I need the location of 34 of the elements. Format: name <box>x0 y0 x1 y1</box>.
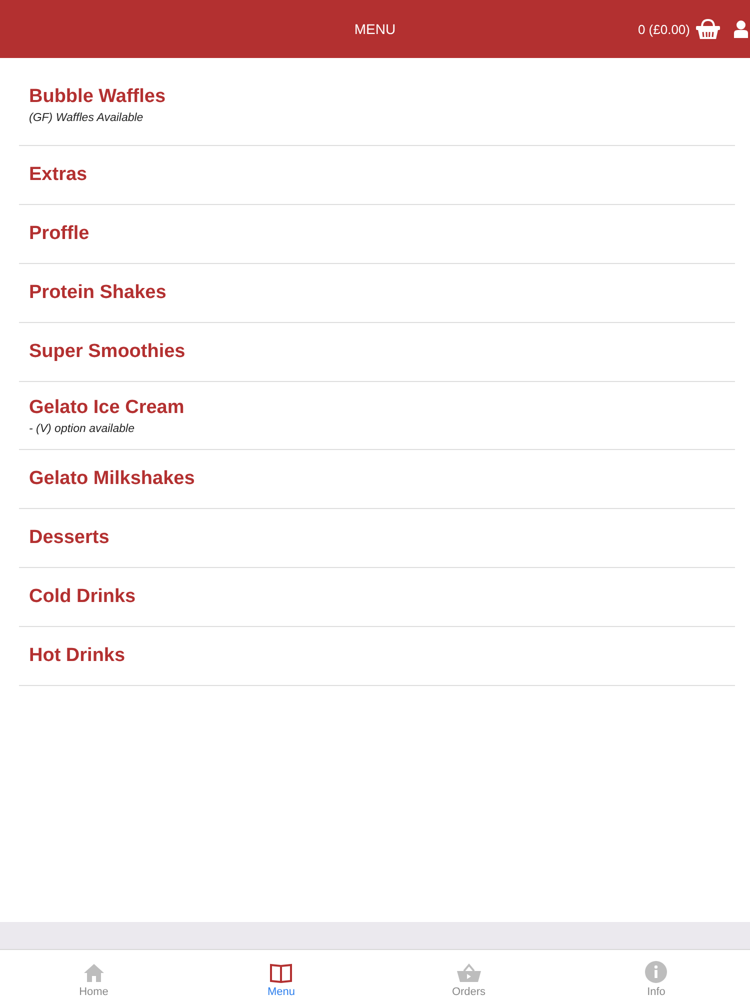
book-icon <box>270 963 292 983</box>
menu-category[interactable]: Bubble Waffles (GF) Waffles Available <box>19 58 735 146</box>
tab[interactable]: Orders <box>375 950 562 1000</box>
category-name: Proffle <box>29 223 90 245</box>
category-note: - (V) option available <box>29 422 136 434</box>
menu-category[interactable]: Cold Drinks <box>19 568 735 627</box>
basket-icon[interactable] <box>696 18 720 40</box>
menu-category[interactable]: Protein Shakes <box>19 264 735 323</box>
menu-category[interactable]: Gelato Ice Cream - (V) option available <box>19 382 735 450</box>
home-icon <box>84 963 104 983</box>
category-name: Gelato Milkshakes <box>29 468 196 490</box>
cart-total: 0 (£0.00) <box>638 22 690 36</box>
category-name: Hot Drinks <box>29 645 126 667</box>
menu-category[interactable]: Gelato Milkshakes <box>19 450 735 509</box>
tab[interactable]: Menu <box>188 950 375 1000</box>
category-name: Bubble Waffles <box>29 86 167 108</box>
menu-category[interactable]: Super Smoothies <box>19 323 735 382</box>
user-icon[interactable] <box>734 20 748 38</box>
category-name: Super Smoothies <box>29 341 186 363</box>
menu-category[interactable]: Hot Drinks <box>19 627 735 686</box>
tab[interactable]: Home <box>0 950 188 1000</box>
tab[interactable]: Info <box>562 950 750 1000</box>
category-name: Desserts <box>29 527 110 549</box>
category-name: Gelato Ice Cream <box>29 396 186 418</box>
category-name: Extras <box>29 164 88 186</box>
menu-category[interactable]: Desserts <box>19 509 735 568</box>
menu-category[interactable]: Proffle <box>19 205 735 264</box>
category-name: Cold Drinks <box>29 586 137 608</box>
category-note: (GF) Waffles Available <box>29 112 144 124</box>
page-title: MENU <box>354 21 396 37</box>
basket-icon <box>456 963 481 983</box>
info-icon <box>645 961 668 983</box>
menu-category[interactable]: Extras <box>19 146 735 205</box>
category-name: Protein Shakes <box>29 282 168 304</box>
